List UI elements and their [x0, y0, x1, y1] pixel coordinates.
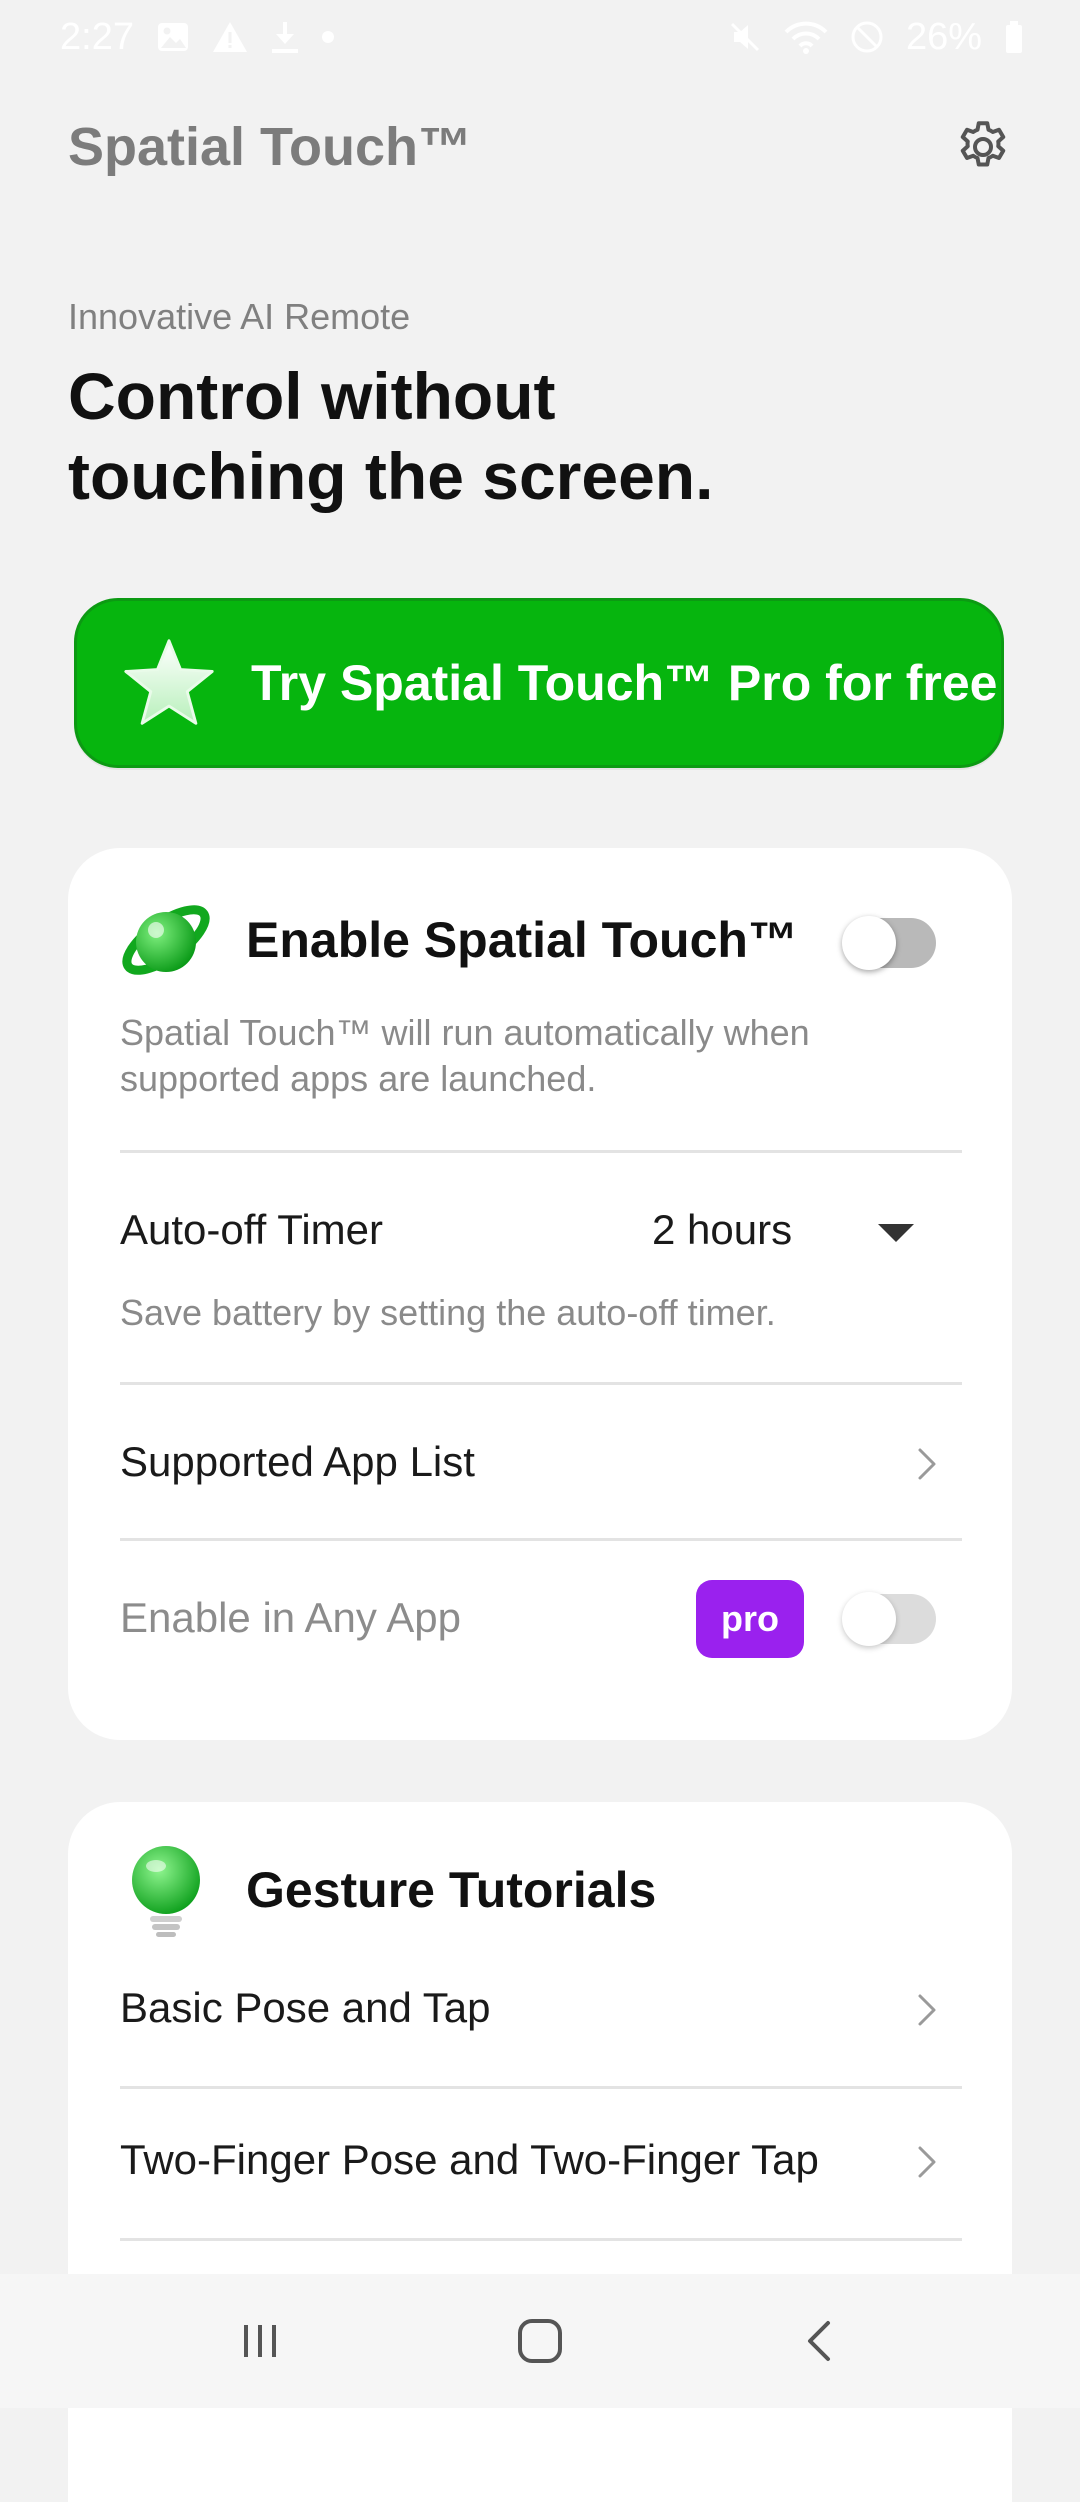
divider — [120, 1382, 962, 1385]
star-icon — [124, 639, 214, 725]
tutorial-header: Gesture Tutorials — [116, 1840, 964, 1940]
battery-percent: 26% — [905, 15, 982, 58]
enable-any-app-label: Enable in Any App — [120, 1594, 461, 1641]
status-bar: 2:27 26% — [0, 0, 1080, 74]
tutorial-title: Gesture Tutorials — [246, 1862, 657, 1918]
divider — [120, 1538, 962, 1541]
back-button[interactable] — [760, 2291, 880, 2391]
toggle-knob — [842, 916, 896, 970]
pro-badge: pro — [696, 1580, 804, 1658]
tutorial-item-basic-pose[interactable]: Basic Pose and Tap — [120, 1984, 490, 2032]
lightbulb-icon — [132, 1846, 200, 1937]
hero-subtitle: Innovative AI Remote — [68, 296, 411, 337]
recent-apps-icon — [244, 2325, 276, 2357]
enable-any-app-toggle[interactable] — [842, 1592, 936, 1646]
enable-description: Spatial Touch™ will run automatically wh… — [120, 1012, 810, 1099]
app-title: Spatial Touch™ — [68, 117, 473, 177]
spatial-touch-logo-icon — [122, 905, 210, 975]
settings-button[interactable] — [946, 110, 1020, 184]
battery-icon — [1004, 20, 1024, 54]
status-time: 2:27 — [60, 15, 134, 58]
download-icon — [270, 20, 300, 54]
back-icon — [808, 2321, 830, 2361]
gear-icon — [960, 121, 1006, 167]
hero-title-line2: touching the screen. — [68, 439, 714, 513]
chevron-right-icon[interactable] — [906, 1990, 946, 2030]
app-header: Spatial Touch™ — [68, 110, 1012, 184]
enable-card: Enable Spatial Touch™ Spatial Touch™ wil… — [68, 848, 1012, 1740]
tutorial-item-two-finger[interactable]: Two-Finger Pose and Two-Finger Tap — [120, 2136, 819, 2184]
wifi-icon — [784, 20, 828, 54]
dot-icon — [321, 31, 334, 43]
supported-app-list-item[interactable]: Supported App List — [120, 1438, 475, 1486]
warning-icon — [212, 20, 248, 54]
dropdown-arrow-icon[interactable] — [878, 1224, 914, 1242]
try-pro-label: Try Spatial Touch™ Pro for free — [251, 655, 998, 711]
divider — [120, 2238, 962, 2241]
enable-toggle[interactable] — [842, 916, 936, 970]
status-left: 2:27 — [60, 16, 334, 59]
enable-title: Enable Spatial Touch™ — [246, 912, 798, 968]
divider — [120, 2086, 962, 2089]
try-pro-button[interactable]: Try Spatial Touch™ Pro for free — [74, 598, 1004, 768]
image-icon — [156, 20, 190, 54]
auto-off-timer-description: Save battery by setting the auto-off tim… — [120, 1292, 776, 1333]
home-button[interactable] — [480, 2291, 600, 2391]
recent-apps-button[interactable] — [200, 2291, 320, 2391]
enable-header: Enable Spatial Touch™ — [116, 890, 964, 990]
divider — [120, 1150, 962, 1153]
home-icon — [518, 2319, 562, 2363]
mute-icon — [728, 20, 762, 54]
do-not-disturb-icon — [850, 20, 884, 54]
auto-off-timer-select[interactable]: 2 hours — [652, 1206, 792, 1254]
hero-title-line1: Control without — [68, 359, 556, 433]
auto-off-timer-label: Auto-off Timer — [120, 1206, 383, 1253]
status-right: 26% — [728, 16, 1024, 59]
chevron-right-icon[interactable] — [906, 1444, 946, 1484]
hero-title: Control without touching the screen. — [68, 356, 828, 516]
navigation-bar — [0, 2274, 1080, 2408]
chevron-right-icon[interactable] — [906, 2142, 946, 2182]
toggle-knob — [842, 1592, 896, 1646]
